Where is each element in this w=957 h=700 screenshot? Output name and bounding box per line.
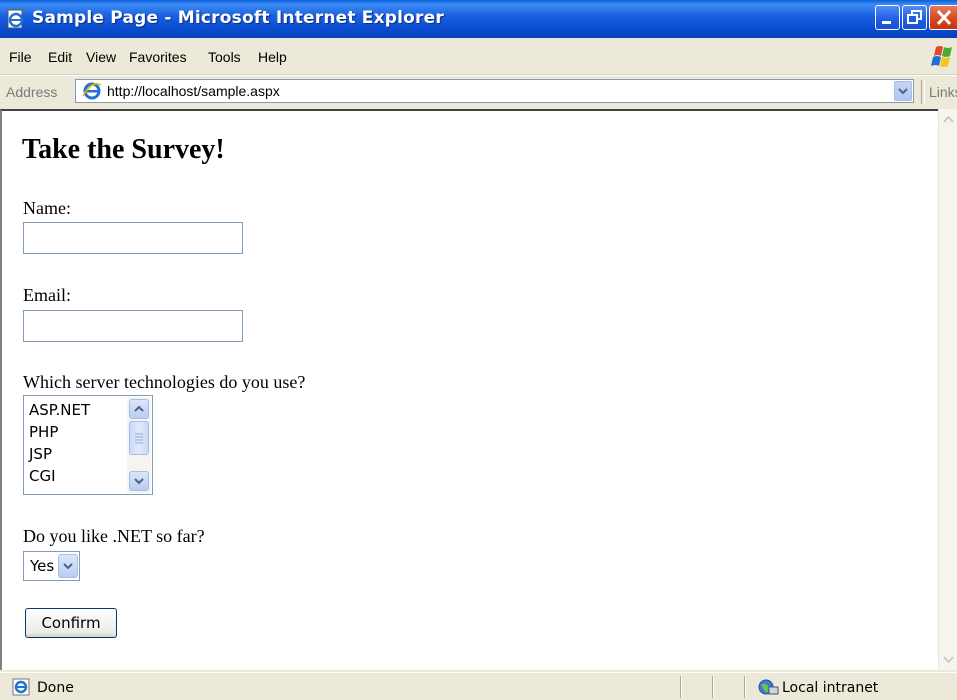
status-divider — [712, 676, 714, 698]
close-button[interactable] — [929, 5, 957, 30]
local-intranet-icon — [757, 678, 779, 700]
name-label: Name: — [23, 198, 71, 218]
address-label: Address — [6, 84, 58, 100]
status-divider — [744, 676, 746, 698]
menu-view[interactable]: View — [86, 49, 116, 65]
address-bar: Address http://localhost/sample.aspx Lin… — [0, 75, 957, 109]
address-url: http://localhost/sample.aspx — [107, 83, 280, 99]
technologies-listbox[interactable]: ASP.NET PHP JSP CGI — [23, 395, 153, 495]
window-titlebar: Sample Page - Microsoft Internet Explore… — [0, 0, 957, 38]
status-bar: Done Local intranet — [0, 672, 957, 700]
address-input[interactable]: http://localhost/sample.aspx — [75, 79, 914, 103]
list-item[interactable]: CGI — [29, 467, 56, 485]
page-status-icon — [12, 678, 32, 700]
list-item[interactable]: PHP — [29, 423, 58, 441]
scroll-up-icon[interactable] — [940, 111, 957, 128]
windows-logo-icon — [928, 44, 957, 70]
address-dropdown-button[interactable] — [894, 81, 912, 101]
status-text: Done — [37, 680, 74, 696]
listbox-scroll-thumb[interactable] — [129, 421, 149, 455]
links-button[interactable]: Links — [929, 84, 957, 100]
chevron-down-icon[interactable] — [58, 554, 78, 578]
menu-favorites[interactable]: Favorites — [129, 49, 187, 65]
listbox-scroll-down-icon[interactable] — [129, 471, 149, 491]
ie-icon — [82, 82, 102, 104]
menu-edit[interactable]: Edit — [48, 49, 72, 65]
ie-page-icon — [6, 9, 26, 29]
like-dotnet-select[interactable]: Yes — [23, 551, 80, 581]
page-title: Take the Survey! — [22, 134, 225, 165]
listbox-scroll-up-icon[interactable] — [129, 399, 149, 419]
scroll-down-icon[interactable] — [940, 651, 957, 668]
like-dotnet-label: Do you like .NET so far? — [23, 526, 205, 546]
minimize-button[interactable] — [875, 5, 900, 30]
menu-bar: File Edit View Favorites Tools Help — [0, 38, 957, 75]
window-title: Sample Page - Microsoft Internet Explore… — [32, 8, 444, 28]
menu-help[interactable]: Help — [258, 49, 287, 65]
select-value: Yes — [30, 557, 55, 575]
email-label: Email: — [23, 285, 71, 305]
page-vertical-scrollbar[interactable] — [938, 109, 957, 670]
name-field[interactable] — [23, 222, 243, 254]
zone-text: Local intranet — [782, 680, 879, 696]
toolbar-separator — [921, 80, 925, 104]
listbox-scrollbar[interactable] — [127, 397, 151, 493]
email-field[interactable] — [23, 310, 243, 342]
confirm-button[interactable]: Confirm — [25, 608, 117, 638]
list-item[interactable]: JSP — [29, 445, 52, 463]
status-divider — [680, 676, 682, 698]
maximize-button[interactable] — [902, 5, 927, 30]
menu-file[interactable]: File — [9, 49, 32, 65]
technologies-label: Which server technologies do you use? — [23, 372, 306, 392]
list-item[interactable]: ASP.NET — [29, 401, 90, 419]
menu-tools[interactable]: Tools — [208, 49, 241, 65]
